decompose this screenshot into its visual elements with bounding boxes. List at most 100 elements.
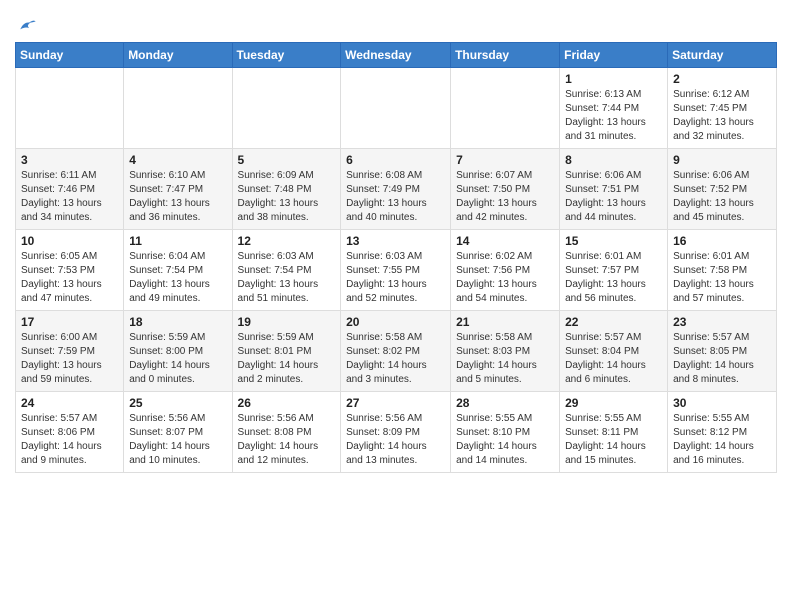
calendar-cell: 29 Sunrise: 5:55 AM Sunset: 8:11 PM Dayli…	[560, 392, 668, 473]
calendar-week-row: 1 Sunrise: 6:13 AM Sunset: 7:44 PM Daylig…	[16, 68, 777, 149]
day-info: Sunrise: 5:56 AM Sunset: 8:08 PM Dayligh…	[238, 412, 336, 468]
day-info: Sunrise: 6:01 AM Sunset: 7:58 PM Dayligh…	[673, 250, 771, 306]
day-info: Sunrise: 6:00 AM Sunset: 7:59 PM Dayligh…	[21, 331, 118, 387]
calendar-cell: 23Sunrise: 5:57 AM Sunset: 8:05 PM Dayli…	[668, 311, 777, 392]
day-info: Sunrise: 5:56 AM Sunset: 8:09 PM Dayligh…	[346, 412, 445, 468]
day-number: 7	[456, 153, 554, 167]
day-number: 18	[129, 315, 226, 329]
calendar-cell: 14 Sunrise: 6:02 AM Sunset: 7:56 PM Dayli…	[451, 230, 560, 311]
calendar-cell: 30 Sunrise: 5:55 AM Sunset: 8:12 PM Dayli…	[668, 392, 777, 473]
day-number: 21	[456, 315, 554, 329]
day-number: 25	[129, 396, 226, 410]
calendar-cell: 9 Sunrise: 6:06 AM Sunset: 7:52 PM Daylig…	[668, 149, 777, 230]
day-info: Sunrise: 5:57 AM Sunset: 8:06 PM Dayligh…	[21, 412, 118, 468]
day-number: 24	[21, 396, 118, 410]
day-info: Sunrise: 5:55 AM Sunset: 8:12 PM Dayligh…	[673, 412, 771, 468]
day-info: Sunrise: 6:05 AM Sunset: 7:53 PM Dayligh…	[21, 250, 118, 306]
day-number: 14	[456, 234, 554, 248]
weekday-header-thursday: Thursday	[451, 43, 560, 68]
day-number: 3	[21, 153, 118, 167]
calendar-cell: 24 Sunrise: 5:57 AM Sunset: 8:06 PM Dayli…	[16, 392, 124, 473]
weekday-header-tuesday: Tuesday	[232, 43, 341, 68]
calendar-cell: 15 Sunrise: 6:01 AM Sunset: 7:57 PM Dayli…	[560, 230, 668, 311]
calendar-cell: 6 Sunrise: 6:08 AM Sunset: 7:49 PM Daylig…	[341, 149, 451, 230]
day-info: Sunrise: 6:03 AM Sunset: 7:54 PM Dayligh…	[238, 250, 336, 306]
calendar-cell: 11 Sunrise: 6:04 AM Sunset: 7:54 PM Dayli…	[124, 230, 232, 311]
day-info: Sunrise: 6:09 AM Sunset: 7:48 PM Dayligh…	[238, 169, 336, 225]
calendar-cell	[124, 68, 232, 149]
weekday-header-saturday: Saturday	[668, 43, 777, 68]
calendar-cell: 3 Sunrise: 6:11 AM Sunset: 7:46 PM Daylig…	[16, 149, 124, 230]
logo-bird-icon	[17, 16, 37, 36]
day-info: Sunrise: 5:55 AM Sunset: 8:10 PM Dayligh…	[456, 412, 554, 468]
day-info: Sunrise: 6:02 AM Sunset: 7:56 PM Dayligh…	[456, 250, 554, 306]
calendar-cell	[232, 68, 341, 149]
day-number: 8	[565, 153, 662, 167]
day-info: Sunrise: 6:10 AM Sunset: 7:47 PM Dayligh…	[129, 169, 226, 225]
calendar-cell: 19 Sunrise: 5:59 AM Sunset: 8:01 PM Dayli…	[232, 311, 341, 392]
calendar-cell: 20 Sunrise: 5:58 AM Sunset: 8:02 PM Dayli…	[341, 311, 451, 392]
day-number: 15	[565, 234, 662, 248]
day-info: Sunrise: 6:07 AM Sunset: 7:50 PM Dayligh…	[456, 169, 554, 225]
calendar-cell: 27 Sunrise: 5:56 AM Sunset: 8:09 PM Dayli…	[341, 392, 451, 473]
day-info: Sunrise: 5:55 AM Sunset: 8:11 PM Dayligh…	[565, 412, 662, 468]
day-number: 30	[673, 396, 771, 410]
day-info: Sunrise: 6:06 AM Sunset: 7:52 PM Dayligh…	[673, 169, 771, 225]
day-number: 19	[238, 315, 336, 329]
day-number: 27	[346, 396, 445, 410]
day-number: 4	[129, 153, 226, 167]
day-info: Sunrise: 5:58 AM Sunset: 8:03 PM Dayligh…	[456, 331, 554, 387]
calendar-cell	[16, 68, 124, 149]
day-number: 22	[565, 315, 662, 329]
day-number: 9	[673, 153, 771, 167]
day-number: 1	[565, 72, 662, 86]
day-number: 26	[238, 396, 336, 410]
day-info: Sunrise: 5:58 AM Sunset: 8:02 PM Dayligh…	[346, 331, 445, 387]
calendar-cell: 17 Sunrise: 6:00 AM Sunset: 7:59 PM Dayli…	[16, 311, 124, 392]
day-info: Sunrise: 6:01 AM Sunset: 7:57 PM Dayligh…	[565, 250, 662, 306]
day-info: Sunrise: 6:08 AM Sunset: 7:49 PM Dayligh…	[346, 169, 445, 225]
day-number: 11	[129, 234, 226, 248]
day-number: 20	[346, 315, 445, 329]
calendar-cell: 8 Sunrise: 6:06 AM Sunset: 7:51 PM Daylig…	[560, 149, 668, 230]
calendar-week-row: 10 Sunrise: 6:05 AM Sunset: 7:53 PM Dayli…	[16, 230, 777, 311]
day-number: 16	[673, 234, 771, 248]
day-info: Sunrise: 5:59 AM Sunset: 8:00 PM Dayligh…	[129, 331, 226, 387]
calendar-cell: 1 Sunrise: 6:13 AM Sunset: 7:44 PM Daylig…	[560, 68, 668, 149]
day-number: 10	[21, 234, 118, 248]
calendar-week-row: 3 Sunrise: 6:11 AM Sunset: 7:46 PM Daylig…	[16, 149, 777, 230]
calendar-cell: 7 Sunrise: 6:07 AM Sunset: 7:50 PM Daylig…	[451, 149, 560, 230]
day-number: 29	[565, 396, 662, 410]
calendar-table: SundayMondayTuesdayWednesdayThursdayFrid…	[15, 42, 777, 473]
calendar-week-row: 17 Sunrise: 6:00 AM Sunset: 7:59 PM Dayli…	[16, 311, 777, 392]
day-info: Sunrise: 6:04 AM Sunset: 7:54 PM Dayligh…	[129, 250, 226, 306]
day-number: 13	[346, 234, 445, 248]
weekday-header-friday: Friday	[560, 43, 668, 68]
calendar-cell: 28Sunrise: 5:55 AM Sunset: 8:10 PM Dayli…	[451, 392, 560, 473]
day-info: Sunrise: 6:11 AM Sunset: 7:46 PM Dayligh…	[21, 169, 118, 225]
calendar-cell: 22 Sunrise: 5:57 AM Sunset: 8:04 PM Dayli…	[560, 311, 668, 392]
calendar-cell: 21 Sunrise: 5:58 AM Sunset: 8:03 PM Dayli…	[451, 311, 560, 392]
calendar-cell: 10 Sunrise: 6:05 AM Sunset: 7:53 PM Dayli…	[16, 230, 124, 311]
day-info: Sunrise: 5:59 AM Sunset: 8:01 PM Dayligh…	[238, 331, 336, 387]
calendar-cell: 12Sunrise: 6:03 AM Sunset: 7:54 PM Dayli…	[232, 230, 341, 311]
logo	[15, 16, 37, 36]
weekday-header-monday: Monday	[124, 43, 232, 68]
day-info: Sunrise: 6:13 AM Sunset: 7:44 PM Dayligh…	[565, 88, 662, 144]
day-number: 17	[21, 315, 118, 329]
calendar-cell: 26 Sunrise: 5:56 AM Sunset: 8:08 PM Dayli…	[232, 392, 341, 473]
day-info: Sunrise: 5:57 AM Sunset: 8:04 PM Dayligh…	[565, 331, 662, 387]
day-info: Sunrise: 5:57 AM Sunset: 8:05 PM Dayligh…	[673, 331, 771, 387]
day-info: Sunrise: 5:56 AM Sunset: 8:07 PM Dayligh…	[129, 412, 226, 468]
calendar-cell: 4 Sunrise: 6:10 AM Sunset: 7:47 PM Daylig…	[124, 149, 232, 230]
calendar-cell	[341, 68, 451, 149]
weekday-header-sunday: Sunday	[16, 43, 124, 68]
day-number: 5	[238, 153, 336, 167]
day-number: 6	[346, 153, 445, 167]
calendar-cell: 13Sunrise: 6:03 AM Sunset: 7:55 PM Dayli…	[341, 230, 451, 311]
weekday-header-wednesday: Wednesday	[341, 43, 451, 68]
day-info: Sunrise: 6:12 AM Sunset: 7:45 PM Dayligh…	[673, 88, 771, 144]
calendar-cell: 25 Sunrise: 5:56 AM Sunset: 8:07 PM Dayli…	[124, 392, 232, 473]
day-info: Sunrise: 6:06 AM Sunset: 7:51 PM Dayligh…	[565, 169, 662, 225]
calendar-cell: 5 Sunrise: 6:09 AM Sunset: 7:48 PM Daylig…	[232, 149, 341, 230]
